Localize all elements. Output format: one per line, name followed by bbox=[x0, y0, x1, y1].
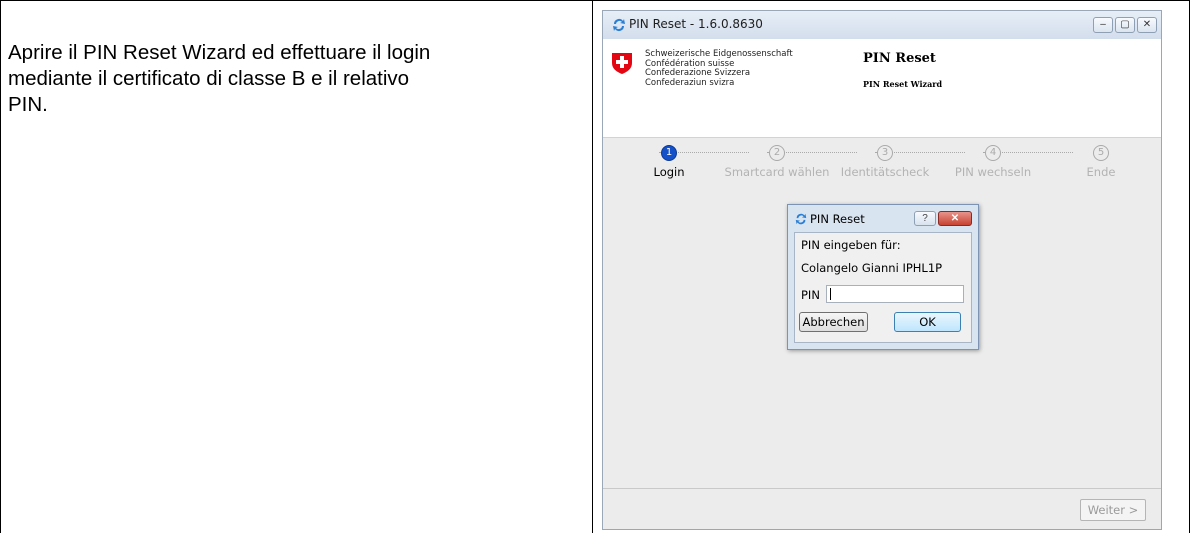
pin-prompt: PIN eingeben für: bbox=[801, 238, 901, 252]
help-button[interactable]: ? bbox=[914, 211, 936, 226]
pin-input[interactable] bbox=[826, 285, 964, 303]
app-title: PIN Reset bbox=[863, 51, 936, 66]
close-button[interactable]: ✕ bbox=[1137, 17, 1157, 33]
step-1-indicator: 1 bbox=[661, 145, 677, 161]
pin-reset-window: PIN Reset - 1.6.0.8630 – ▢ ✕ Schweizeris… bbox=[602, 10, 1162, 530]
dialog-close-button[interactable]: ✕ bbox=[938, 211, 972, 226]
instruction-line: Aprire il PIN Reset Wizard ed effettuare… bbox=[8, 41, 431, 64]
app-header: Schweizerische Eidgenossenschaft Confédé… bbox=[603, 39, 1161, 138]
pin-dialog: PIN Reset ? ✕ PIN eingeben für: Colangel… bbox=[787, 204, 979, 350]
step-1-label: Login bbox=[653, 165, 685, 179]
footer-divider bbox=[603, 488, 1161, 489]
wizard-stepper: 1 2 3 4 5 Login Smartcard wählen Identit… bbox=[641, 145, 1123, 185]
step-3-label: Identitätscheck bbox=[840, 165, 930, 179]
swiss-cross-logo bbox=[612, 53, 632, 74]
minimize-icon: – bbox=[1100, 19, 1106, 30]
ok-button[interactable]: OK bbox=[894, 312, 961, 332]
refresh-icon bbox=[613, 19, 625, 32]
minimize-button[interactable]: – bbox=[1093, 17, 1113, 33]
app-subtitle: PIN Reset Wizard bbox=[863, 79, 943, 89]
step-2-label: Smartcard wählen bbox=[724, 165, 830, 179]
dialog-titlebar: PIN Reset ? ✕ bbox=[788, 205, 978, 231]
close-icon: ✕ bbox=[1142, 19, 1152, 30]
window-titlebar: PIN Reset - 1.6.0.8630 – ▢ ✕ bbox=[603, 11, 1161, 40]
refresh-icon bbox=[795, 213, 807, 225]
step-5-indicator: 5 bbox=[1093, 145, 1109, 161]
maximize-icon: ▢ bbox=[1120, 19, 1130, 30]
dialog-title: PIN Reset bbox=[810, 212, 865, 226]
table-column-divider bbox=[592, 0, 593, 533]
instruction-line: PIN. bbox=[8, 93, 48, 116]
cancel-button[interactable]: Abbrechen bbox=[799, 312, 868, 332]
pin-label: PIN bbox=[801, 288, 820, 302]
instruction-text: Aprire il PIN Reset Wizard ed effettuare… bbox=[8, 40, 578, 118]
text-caret bbox=[830, 288, 831, 300]
table-right-border bbox=[1189, 0, 1190, 533]
confederation-names: Schweizerische Eidgenossenschaft Confédé… bbox=[645, 49, 793, 88]
step-4-label: PIN wechseln bbox=[954, 165, 1032, 179]
instruction-line: mediante il certificato di classe B e il… bbox=[8, 67, 410, 90]
step-3-indicator: 3 bbox=[877, 145, 893, 161]
step-5-label: Ende bbox=[1086, 165, 1116, 179]
window-title: PIN Reset - 1.6.0.8630 bbox=[629, 17, 763, 31]
confederation-line: Confederaziun svizra bbox=[645, 77, 735, 88]
dialog-body: PIN eingeben für: Colangelo Gianni IPHL1… bbox=[794, 232, 972, 343]
step-4-indicator: 4 bbox=[985, 145, 1001, 161]
step-2-indicator: 2 bbox=[769, 145, 785, 161]
maximize-button[interactable]: ▢ bbox=[1115, 17, 1135, 33]
next-button[interactable]: Weiter > bbox=[1080, 499, 1146, 521]
user-name: Colangelo Gianni IPHL1P bbox=[801, 261, 943, 275]
